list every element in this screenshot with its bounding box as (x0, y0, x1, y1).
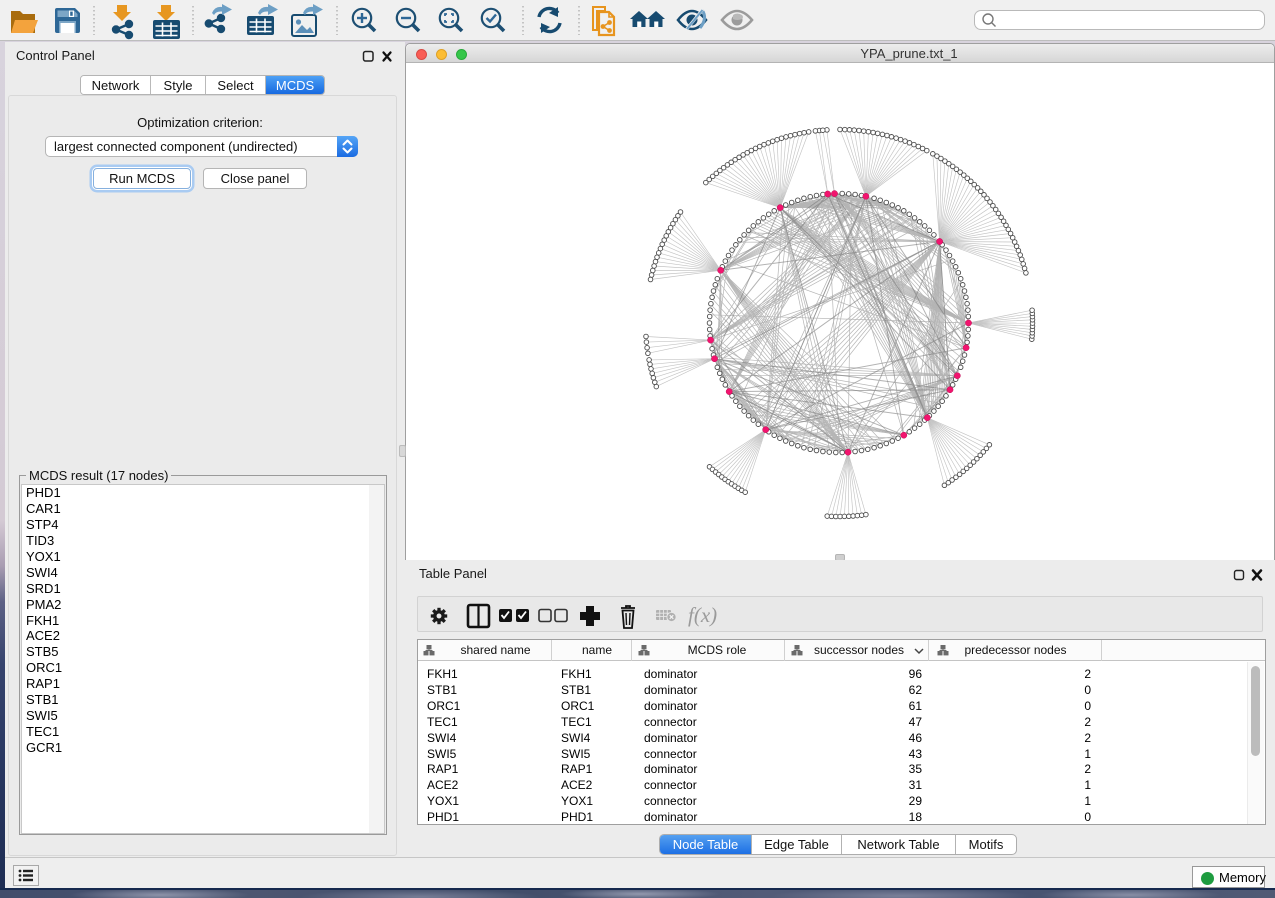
svg-text:f(x): f(x) (688, 603, 717, 627)
